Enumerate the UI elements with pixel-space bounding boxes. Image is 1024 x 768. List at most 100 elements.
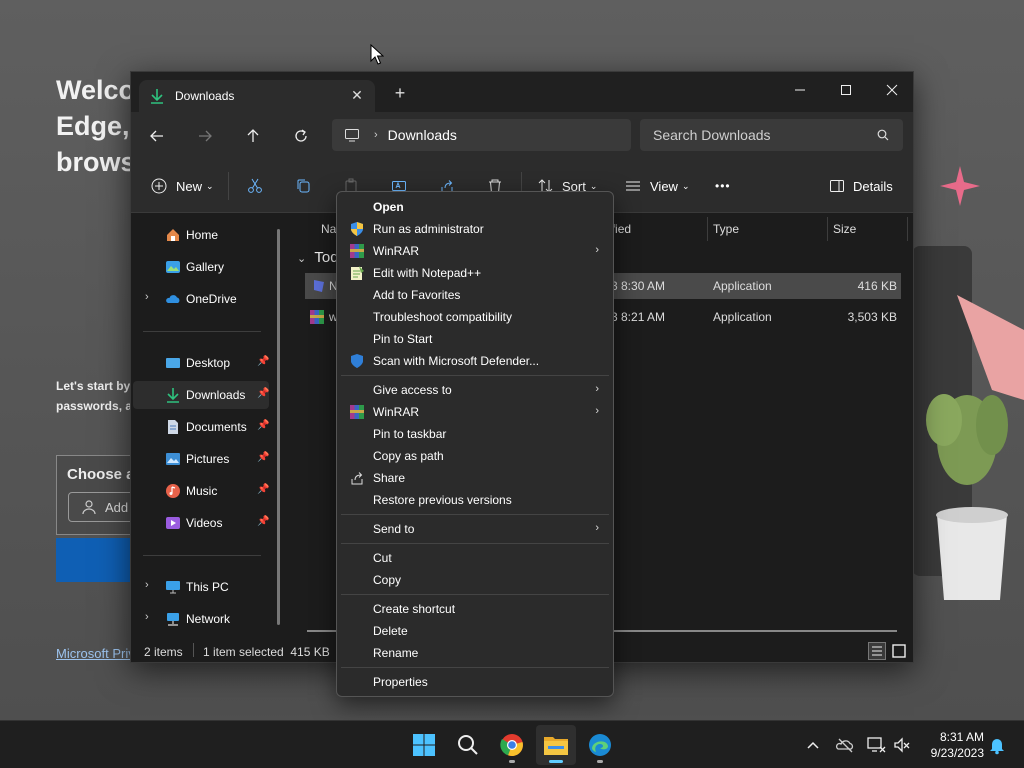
- menu-item-open[interactable]: Open: [341, 196, 609, 218]
- sidebar-divider: [143, 555, 261, 556]
- sidebar-item-gallery[interactable]: Gallery: [133, 253, 269, 281]
- menu-item-create-shortcut[interactable]: Create shortcut: [341, 598, 609, 620]
- new-button[interactable]: New ⌄: [151, 173, 214, 199]
- chevron-right-icon[interactable]: ›: [145, 291, 149, 303]
- menu-item-cut[interactable]: Cut: [341, 547, 609, 569]
- menu-item-copy[interactable]: Copy: [341, 569, 609, 591]
- search-button[interactable]: [448, 725, 488, 765]
- menu-item-properties[interactable]: Properties: [341, 671, 609, 693]
- search-icon: [458, 735, 478, 755]
- search-box[interactable]: Search Downloads: [640, 119, 903, 151]
- pin-icon[interactable]: 📌: [257, 420, 269, 431]
- more-options-button[interactable]: •••: [715, 173, 731, 199]
- tab-downloads[interactable]: Downloads ✕: [139, 80, 375, 112]
- close-icon: [886, 84, 898, 96]
- pin-icon[interactable]: 📌: [257, 452, 269, 463]
- navigation-pane: Home Gallery › OneDrive Desktop 📌 Downlo…: [131, 213, 289, 633]
- large-icons-view-icon[interactable]: [890, 642, 908, 660]
- pin-icon[interactable]: 📌: [257, 516, 269, 527]
- refresh-button[interactable]: [289, 124, 313, 148]
- menu-item-run-as-administrator[interactable]: Run as administrator: [341, 218, 609, 240]
- sidebar-item-pictures[interactable]: Pictures 📌: [133, 445, 269, 473]
- file-explorer-button[interactable]: [536, 725, 576, 765]
- privacy-link[interactable]: Microsoft Privacy Statement: [56, 646, 136, 661]
- menu-separator: [341, 594, 609, 595]
- onedrive-offline-icon[interactable]: [835, 735, 855, 755]
- sidebar-item-music[interactable]: Music 📌: [133, 477, 269, 505]
- menu-item-give-access-to[interactable]: Give access to ›: [341, 379, 609, 401]
- maximize-button[interactable]: [823, 76, 869, 104]
- pin-icon[interactable]: 📌: [257, 388, 269, 399]
- close-window-button[interactable]: [869, 76, 915, 104]
- menu-item-add-to-favorites[interactable]: Add to Favorites: [341, 284, 609, 306]
- sidebar-item-downloads[interactable]: Downloads 📌: [133, 381, 269, 409]
- menu-item-restore-previous-versions[interactable]: Restore previous versions: [341, 489, 609, 511]
- menu-item-label: Pin to Start: [373, 332, 433, 346]
- minimize-button[interactable]: [777, 76, 823, 104]
- sidebar-item-network[interactable]: › Network: [133, 605, 269, 633]
- sidebar-item-onedrive[interactable]: › OneDrive: [133, 285, 269, 313]
- sidebar-item-desktop[interactable]: Desktop 📌: [133, 349, 269, 377]
- date: 9/23/2023: [930, 746, 984, 760]
- network-disconnected-icon[interactable]: [866, 735, 886, 755]
- volume-muted-icon[interactable]: [892, 735, 912, 755]
- menu-item-delete[interactable]: Delete: [341, 620, 609, 642]
- edge-button[interactable]: [580, 725, 620, 765]
- menu-item-label: Delete: [373, 624, 408, 638]
- menu-item-scan-with-microsoft-defender[interactable]: Scan with Microsoft Defender...: [341, 350, 609, 372]
- up-button[interactable]: [241, 124, 265, 148]
- column-header-size[interactable]: Size: [833, 217, 856, 241]
- address-location: Downloads: [387, 127, 457, 143]
- menu-item-share[interactable]: Share: [341, 467, 609, 489]
- notification-bell-icon[interactable]: [987, 735, 1007, 755]
- menu-item-winrar[interactable]: WinRAR ›: [341, 401, 609, 423]
- selection-info: 1 item selected 415 KB: [203, 645, 330, 659]
- chevron-right-icon[interactable]: ›: [145, 611, 149, 623]
- network-icon: [167, 613, 179, 626]
- defender-shield-icon: [351, 354, 363, 368]
- menu-item-label: Restore previous versions: [373, 493, 512, 507]
- cut-button[interactable]: [247, 173, 263, 199]
- column-header-type[interactable]: Type: [713, 217, 739, 241]
- column-separator[interactable]: [827, 217, 828, 241]
- column-separator[interactable]: [907, 217, 908, 241]
- menu-item-winrar[interactable]: WinRAR ›: [341, 240, 609, 262]
- application-icon: [314, 280, 324, 292]
- forward-button[interactable]: [193, 124, 217, 148]
- plus-circle-icon: [151, 178, 167, 194]
- pin-icon[interactable]: 📌: [257, 484, 269, 495]
- sidebar-item-this-pc[interactable]: › This PC: [133, 573, 269, 601]
- chevron-down-icon: ⌄: [297, 253, 307, 265]
- running-indicator: [597, 760, 603, 763]
- start-button[interactable]: [404, 725, 444, 765]
- menu-item-troubleshoot-compatibility[interactable]: Troubleshoot compatibility: [341, 306, 609, 328]
- back-button[interactable]: [145, 124, 169, 148]
- chrome-button[interactable]: [492, 725, 532, 765]
- clock[interactable]: 8:31 AM 9/23/2023: [918, 729, 984, 761]
- pin-icon[interactable]: 📌: [257, 356, 269, 367]
- close-tab-icon[interactable]: ✕: [349, 87, 365, 103]
- menu-item-copy-as-path[interactable]: Copy as path: [341, 445, 609, 467]
- sidebar-item-videos[interactable]: Videos 📌: [133, 509, 269, 537]
- view-button[interactable]: View ⌄: [625, 173, 690, 199]
- menu-item-label: Create shortcut: [373, 602, 456, 616]
- details-view-icon[interactable]: [868, 642, 886, 660]
- menu-item-edit-with-notepad[interactable]: Edit with Notepad++: [341, 262, 609, 284]
- sidebar-scrollbar[interactable]: [277, 229, 280, 625]
- menu-item-pin-to-start[interactable]: Pin to Start: [341, 328, 609, 350]
- menu-item-rename[interactable]: Rename: [341, 642, 609, 664]
- column-separator[interactable]: [707, 217, 708, 241]
- sidebar-item-documents[interactable]: Documents 📌: [133, 413, 269, 441]
- shield-admin-icon: [351, 222, 363, 236]
- menu-item-pin-to-taskbar[interactable]: Pin to taskbar: [341, 423, 609, 445]
- address-bar[interactable]: › Downloads: [332, 119, 631, 151]
- menu-item-send-to[interactable]: Send to ›: [341, 518, 609, 540]
- chevron-right-icon[interactable]: ›: [145, 579, 149, 591]
- details-button[interactable]: Details: [829, 173, 893, 199]
- continue-button[interactable]: [56, 538, 136, 582]
- search-input[interactable]: Search Downloads: [653, 127, 877, 143]
- sidebar-item-home[interactable]: Home: [133, 221, 269, 249]
- copy-button[interactable]: [295, 173, 311, 199]
- chevron-up-icon[interactable]: [803, 735, 823, 755]
- new-tab-button[interactable]: +: [391, 84, 409, 102]
